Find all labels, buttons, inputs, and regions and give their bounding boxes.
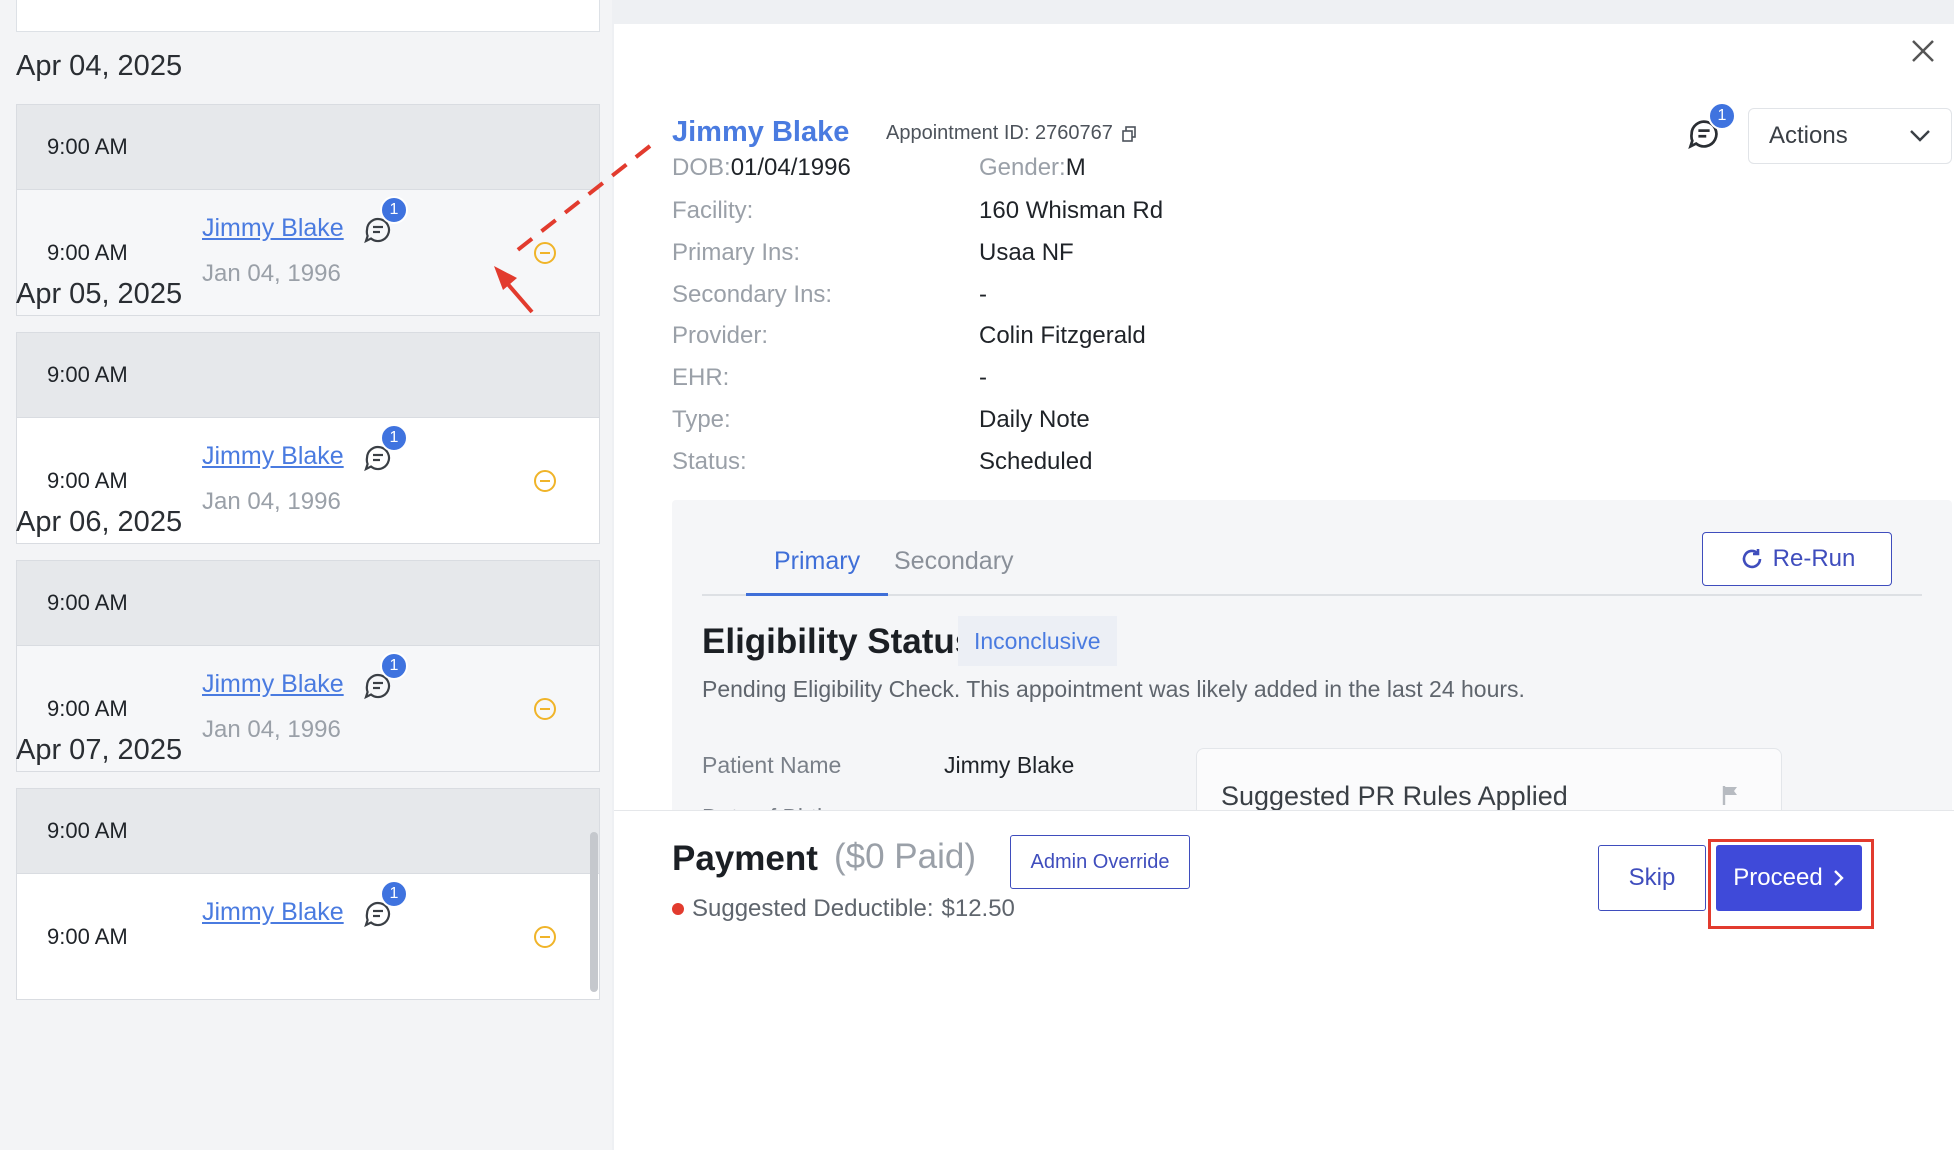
dob-label: DOB:: [672, 154, 731, 181]
close-button[interactable]: [1906, 34, 1940, 68]
pr-rules-title: Suggested PR Rules Applied: [1221, 781, 1568, 811]
appointment-detail-panel: Jimmy Blake Appointment ID: 2760767 1 Ac…: [614, 24, 1954, 1150]
appointment-id-text: Appointment ID: 2760767: [886, 122, 1113, 144]
pending-status-icon: [534, 697, 556, 720]
deductible-value: $12.50: [941, 895, 1015, 922]
flag-icon[interactable]: [1719, 783, 1743, 807]
slot-time: 9:00 AM: [47, 239, 128, 265]
detail-label: Facility:: [672, 197, 754, 224]
gender-value: M: [1065, 154, 1086, 181]
pending-status-icon: [534, 925, 556, 948]
actions-label: Actions: [1769, 122, 1848, 149]
patient-name-label: Patient Name: [702, 752, 842, 778]
detail-label: Type:: [672, 406, 731, 433]
detail-value: 160 Whisman Rd: [979, 197, 1164, 224]
appointment-row[interactable]: 9:00 AM Jimmy Blake 1: [16, 874, 600, 1000]
pending-status-icon: [534, 469, 556, 492]
refresh-icon: [1742, 549, 1761, 569]
detail-value: Colin Fitzgerald: [979, 322, 1146, 349]
chat-icon[interactable]: 1: [362, 196, 408, 250]
rerun-label: Re-Run: [1772, 545, 1856, 572]
copy-icon[interactable]: [1121, 125, 1137, 142]
detail-label: Status:: [672, 448, 747, 475]
suggested-deductible: Suggested Deductible: $12.50: [672, 895, 1015, 923]
patient-name[interactable]: Jimmy Blake: [672, 116, 849, 149]
gender-label: Gender:: [979, 154, 1066, 181]
slot-time: 9:00 AM: [47, 362, 128, 387]
deductible-label: Suggested Deductible:: [692, 895, 934, 922]
pending-status-icon: [534, 241, 556, 264]
detail-value: Scheduled: [979, 448, 1093, 475]
payment-footer: Payment ($0 Paid) Admin Override Suggest…: [614, 810, 1954, 952]
day-date: Apr 07, 2025: [16, 734, 183, 766]
payment-title: Payment: [672, 839, 818, 878]
time-slot-header[interactable]: 9:00 AM: [16, 788, 600, 874]
chat-icon[interactable]: 1: [362, 880, 408, 934]
dob-field: DOB:01/04/1996: [672, 154, 851, 182]
detail-label: EHR:: [672, 364, 730, 391]
chevron-down-icon: [1910, 130, 1930, 142]
detail-label: Provider:: [672, 322, 769, 349]
gender-field: Gender:M: [979, 154, 1086, 182]
admin-override-button[interactable]: Admin Override: [1010, 835, 1190, 889]
detail-label: Primary Ins:: [672, 239, 801, 266]
tab-secondary[interactable]: Secondary: [866, 548, 1042, 596]
proceed-button[interactable]: Proceed: [1716, 845, 1862, 911]
detail-value: -: [979, 364, 987, 391]
proceed-label: Proceed: [1733, 864, 1823, 891]
day-date: Apr 05, 2025: [16, 278, 183, 310]
appointment-list: Apr 04, 2025 9:00 AM 9:00 AM Jimmy Blake…: [0, 0, 612, 1150]
deductible-indicator-dot: [672, 903, 684, 915]
chat-count-badge: 1: [380, 880, 408, 908]
slot-time: 9:00 AM: [47, 467, 128, 493]
detail-value: -: [979, 281, 987, 308]
chevron-right-icon: [1833, 870, 1844, 886]
rerun-button[interactable]: Re-Run: [1702, 532, 1892, 586]
slot-time: 9:00 AM: [47, 134, 128, 159]
slot-time: 9:00 AM: [47, 695, 128, 721]
patient-name-link[interactable]: Jimmy Blake: [202, 898, 344, 927]
chat-count-badge: 1: [1708, 102, 1736, 130]
day-group: Apr 07, 2025 9:00 AM 9:00 AM Jimmy Blake…: [16, 728, 600, 1000]
detail-value: Daily Note: [979, 406, 1090, 433]
close-icon: [1912, 40, 1934, 62]
chat-icon[interactable]: 1: [362, 424, 408, 478]
chat-count-badge: 1: [380, 424, 408, 452]
detail-label: Secondary Ins:: [672, 281, 833, 308]
patient-name-value: Jimmy Blake: [944, 752, 1075, 778]
day-date: Apr 06, 2025: [16, 506, 183, 538]
chat-icon[interactable]: 1: [362, 652, 408, 706]
chat-count-badge: 1: [380, 196, 408, 224]
eligibility-title: Eligibility Status:: [702, 622, 986, 661]
slot-time: 9:00 AM: [47, 590, 128, 615]
skip-button[interactable]: Skip: [1598, 845, 1706, 911]
patient-name-link[interactable]: Jimmy Blake: [202, 670, 344, 699]
time-slot-header[interactable]: 9:00 AM: [16, 560, 600, 646]
dob-value: 01/04/1996: [730, 154, 851, 181]
slot-time: 9:00 AM: [47, 818, 128, 843]
appointment-id: Appointment ID: 2760767: [886, 122, 1137, 145]
actions-dropdown[interactable]: Actions: [1748, 108, 1952, 164]
eligibility-status-badge: Inconclusive: [958, 616, 1117, 666]
eligibility-message: Pending Eligibility Check. This appointm…: [702, 676, 1525, 702]
payment-paid-amount: ($0 Paid): [834, 837, 977, 876]
previous-appointment-card[interactable]: [16, 0, 600, 32]
slot-time: 9:00 AM: [47, 923, 128, 949]
time-slot-header[interactable]: 9:00 AM: [16, 332, 600, 418]
day-date: Apr 04, 2025: [16, 50, 183, 82]
time-slot-header[interactable]: 9:00 AM: [16, 104, 600, 190]
detail-value: Usaa NF: [979, 239, 1074, 266]
list-scrollbar[interactable]: [590, 832, 598, 992]
chat-count-badge: 1: [380, 652, 408, 680]
patient-name-link[interactable]: Jimmy Blake: [202, 442, 344, 471]
patient-name-link[interactable]: Jimmy Blake: [202, 214, 344, 243]
header-chat-icon[interactable]: 1: [1686, 102, 1736, 156]
